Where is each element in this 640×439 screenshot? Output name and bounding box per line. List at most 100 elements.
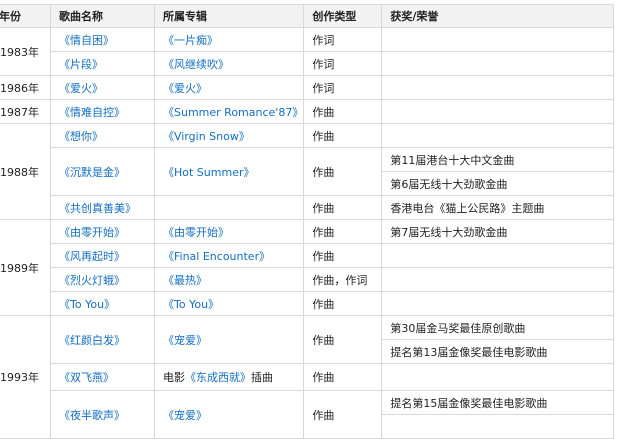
album-cell: 《Final Encounter》 [153,243,305,268]
table-row: 《片段》 《风继续吹》 作词 [0,51,615,76]
song-cell: 《情自困》 [50,27,155,52]
song-link[interactable]: 《To You》 [59,298,115,311]
album-link[interactable]: 《To You》 [163,298,219,311]
awards-cell [381,75,615,100]
song-link[interactable]: 《双飞燕》 [59,371,114,384]
type-cell: 作曲 [303,243,383,268]
album-link[interactable]: 《Final Encounter》 [163,250,270,263]
table-row: 1989年 《由零开始》 《由零开始》 作曲 第7届无线十大劲歌金曲 [0,219,615,316]
awards-cell: 第30届金马奖最佳原创歌曲 [381,315,615,340]
type-cell: 作词 [303,27,383,52]
type-cell: 作曲 [303,147,383,196]
year-cell: 1986年 [0,75,51,100]
table-row: 《沉默是金》 《Hot Summer》 作曲 第11届港台十大中文金曲 [0,147,615,196]
year-cell: 1983年 [0,27,51,76]
song-link[interactable]: 《烈火灯蛾》 [59,274,125,287]
song-cell: 《红颜白发》 [50,315,155,364]
song-link[interactable]: 《夜半歌声》 [59,409,125,422]
song-link[interactable]: 《情难自控》 [59,106,125,119]
table-row: 《双飞燕》 电影《东成西就》插曲 作曲 [0,363,615,391]
album-link[interactable]: 《宠爱》 [163,409,207,422]
album-link[interactable]: 《一片痴》 [163,34,218,47]
awards-cell: 第6届无线十大劲歌金曲 [381,171,615,196]
song-cell: 《沉默是金》 [50,147,155,196]
header-year: 年份 [0,4,51,28]
table-row: 《To You》 《To You》 作曲 [0,291,615,316]
album-link[interactable]: 《最热》 [163,274,207,287]
type-cell: 作曲 [303,291,383,316]
album-cell: 《由零开始》 [153,219,305,244]
album-cell: 电影《东成西就》插曲 [153,363,305,391]
type-cell: 作曲 [303,99,383,124]
song-link[interactable]: 《沉默是金》 [59,166,125,179]
song-cell: 《共创真善美》 [50,195,155,220]
album-cell [153,195,305,220]
type-cell: 作词 [303,75,383,100]
table-row: 1983年 《情自困》 《一片痴》 作词 [0,27,615,76]
song-cell: 《风再起时》 [50,243,155,268]
awards-cell [381,27,615,52]
album-link[interactable]: 《宠爱》 [163,334,207,347]
song-cell: 《双飞燕》 [50,363,155,391]
album-link[interactable]: 《爱火》 [163,82,207,95]
table-row: 1986年 《爱火》 《爱火》 作词 [0,75,615,100]
header-awards: 获奖/荣誉 [381,4,615,28]
discography-table: 年份 歌曲名称 所属专辑 创作类型 获奖/荣誉 1983年 《情自困》 《一片痴… [0,4,615,439]
type-cell: 作曲 [303,123,383,148]
album-cell: 《宠爱》 [153,315,305,364]
album-link[interactable]: 《风继续吹》 [163,58,229,71]
album-suffix: 插曲 [251,371,273,384]
album-link[interactable]: 《Virgin Snow》 [163,130,250,143]
type-cell: 作词 [303,51,383,76]
table-row: 1993年 《红颜白发》 《宠爱》 作曲 第30届金马奖最佳原创歌曲 [0,315,615,439]
awards-cell [381,99,615,124]
year-cell: 1989年 [0,219,51,316]
song-link[interactable]: 《情自困》 [59,34,114,47]
album-prefix: 电影 [163,371,185,384]
song-cell: 《夜半歌声》 [50,390,155,439]
awards-cell [381,267,615,292]
album-link[interactable]: 《Summer Romance'87》 [163,106,303,119]
album-cell: 《Virgin Snow》 [153,123,305,148]
awards-cell: 提名第13届金像奖最佳电影歌曲 [381,339,615,364]
table-row: 《风再起时》 《Final Encounter》 作曲 [0,243,615,268]
type-cell: 作曲 [303,195,383,220]
song-link[interactable]: 《片段》 [59,58,103,71]
table-header: 年份 歌曲名称 所属专辑 创作类型 获奖/荣誉 [0,4,615,28]
song-link[interactable]: 《共创真善美》 [59,202,136,215]
awards-cell [381,51,615,76]
album-cell: 《宠爱》 [153,390,305,439]
song-cell: 《爱火》 [50,75,155,100]
album-cell: 《爱火》 [153,75,305,100]
album-link[interactable]: 《Hot Summer》 [163,166,255,179]
song-link[interactable]: 《想你》 [59,130,103,143]
year-cell: 1988年 [0,123,51,220]
song-link[interactable]: 《红颜白发》 [59,334,125,347]
type-cell: 作曲 [303,390,383,439]
table-row: 1988年 《想你》 《Virgin Snow》 作曲 [0,123,615,220]
type-cell: 作曲 [303,363,383,391]
song-cell: 《片段》 [50,51,155,76]
album-cell: 《风继续吹》 [153,51,305,76]
awards-cell: 第11届港台十大中文金曲 [381,147,615,172]
awards-cell [381,123,615,148]
type-cell: 作曲 [303,219,383,244]
awards-cell: 第7届无线十大劲歌金曲 [381,219,615,244]
song-cell: 《烈火灯蛾》 [50,267,155,292]
year-cell: 1987年 [0,99,51,124]
header-type: 创作类型 [303,4,383,28]
year-cell: 1993年 [0,315,51,439]
song-link[interactable]: 《风再起时》 [59,250,125,263]
type-cell: 作曲，作词 [303,267,383,292]
album-cell: 《Summer Romance'87》 [153,99,305,124]
song-cell: 《由零开始》 [50,219,155,244]
album-link[interactable]: 《由零开始》 [163,226,229,239]
song-link[interactable]: 《由零开始》 [59,226,125,239]
album-link[interactable]: 《东成西就》 [185,371,251,384]
table-row: 《夜半歌声》 《宠爱》 作曲 提名第15届金像奖最佳电影歌曲 [0,390,615,439]
awards-cell: 香港电台《猫上公民路》主题曲 [381,195,615,220]
album-cell: 《最热》 [153,267,305,292]
song-cell: 《To You》 [50,291,155,316]
song-link[interactable]: 《爱火》 [59,82,103,95]
table-row: 1987年 《情难自控》 《Summer Romance'87》 作曲 [0,99,615,124]
